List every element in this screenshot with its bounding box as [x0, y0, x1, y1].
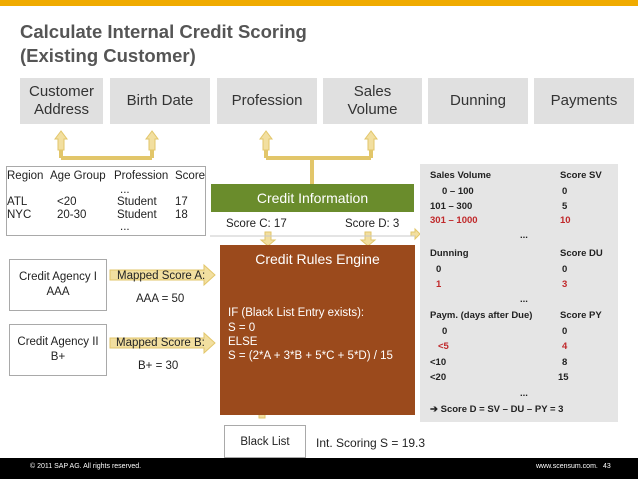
col-profession: Profession: [114, 170, 169, 182]
arrow-up-customer-address: [54, 130, 68, 151]
arrow-up-birth-date: [145, 130, 159, 151]
page-number: 43: [603, 463, 611, 470]
table-ellipsis-bottom: ...: [120, 221, 130, 233]
engine-title: Credit Rules Engine: [255, 251, 380, 267]
col-age-group: Age Group: [50, 170, 106, 182]
mapped-score-a-label: Mapped Score A:: [117, 270, 206, 282]
mapped-score-b-value: B+ = 30: [138, 360, 179, 372]
score-c-label: Score C: 17: [226, 218, 287, 230]
black-list-box: Black List: [224, 425, 306, 458]
credit-rules-engine: Credit Rules Engine IF (Black List Entry…: [220, 245, 415, 415]
credit-agency-1: Credit Agency I AAA: [9, 259, 107, 311]
col-region: Region: [7, 170, 44, 182]
table-ellipsis-top: ...: [120, 184, 130, 196]
engine-rule-line: ELSE: [228, 336, 258, 348]
arrow-down-engine-left: [259, 231, 277, 247]
footer-bar: © 2011 SAP AG. All rights reserved. www.…: [0, 458, 638, 479]
int-scoring-result: Int. Scoring S = 19.3: [316, 436, 426, 450]
arrow-right-panel-to-engine: [410, 227, 421, 241]
table-row: ATL <20 Student 17: [7, 196, 188, 208]
score-du-header: Score DU: [560, 248, 603, 259]
sales-volume-header: Sales Volume: [430, 170, 492, 181]
score-tables-panel: Sales Volume Score SV 0 – 100 0 101 – 30…: [420, 164, 618, 422]
credit-information-box: Credit Information: [211, 184, 414, 212]
table-row: NYC 20-30 Student 18: [7, 209, 188, 221]
region-age-table: Region Age Group Profession Score ... AT…: [6, 166, 206, 236]
credit-agency-2: Credit Agency II B+: [9, 324, 107, 376]
engine-rule-line: S = 0: [228, 322, 256, 334]
dunning-header: Dunning: [430, 248, 469, 259]
arrow-up-profession: [259, 130, 273, 151]
arrow-right-icon: ➔: [430, 404, 438, 415]
paym-header: Paym. (days after Due): [430, 310, 533, 321]
mapped-score-b-label: Mapped Score B:: [116, 337, 205, 349]
arrow-up-sales-volume: [364, 130, 378, 151]
score-py-header: Score PY: [560, 310, 602, 321]
footer-site: www.scensum.com.: [536, 463, 598, 470]
score-d-formula: ➔ Score D = SV – DU – PY = 3: [430, 404, 564, 415]
score-d-label: Score D: 3: [345, 218, 400, 230]
score-sv-header: Score SV: [560, 170, 602, 181]
engine-rule-line: S = (2*A + 3*B + 5*C + 5*D) / 15: [228, 350, 393, 362]
copyright-text: © 2011 SAP AG. All rights reserved.: [30, 463, 142, 470]
mapped-score-a-value: AAA = 50: [136, 293, 185, 305]
col-score: Score: [175, 170, 206, 182]
arrow-down-engine-right: [359, 231, 377, 247]
engine-rule-line: IF (Black List Entry exists):: [228, 307, 365, 319]
